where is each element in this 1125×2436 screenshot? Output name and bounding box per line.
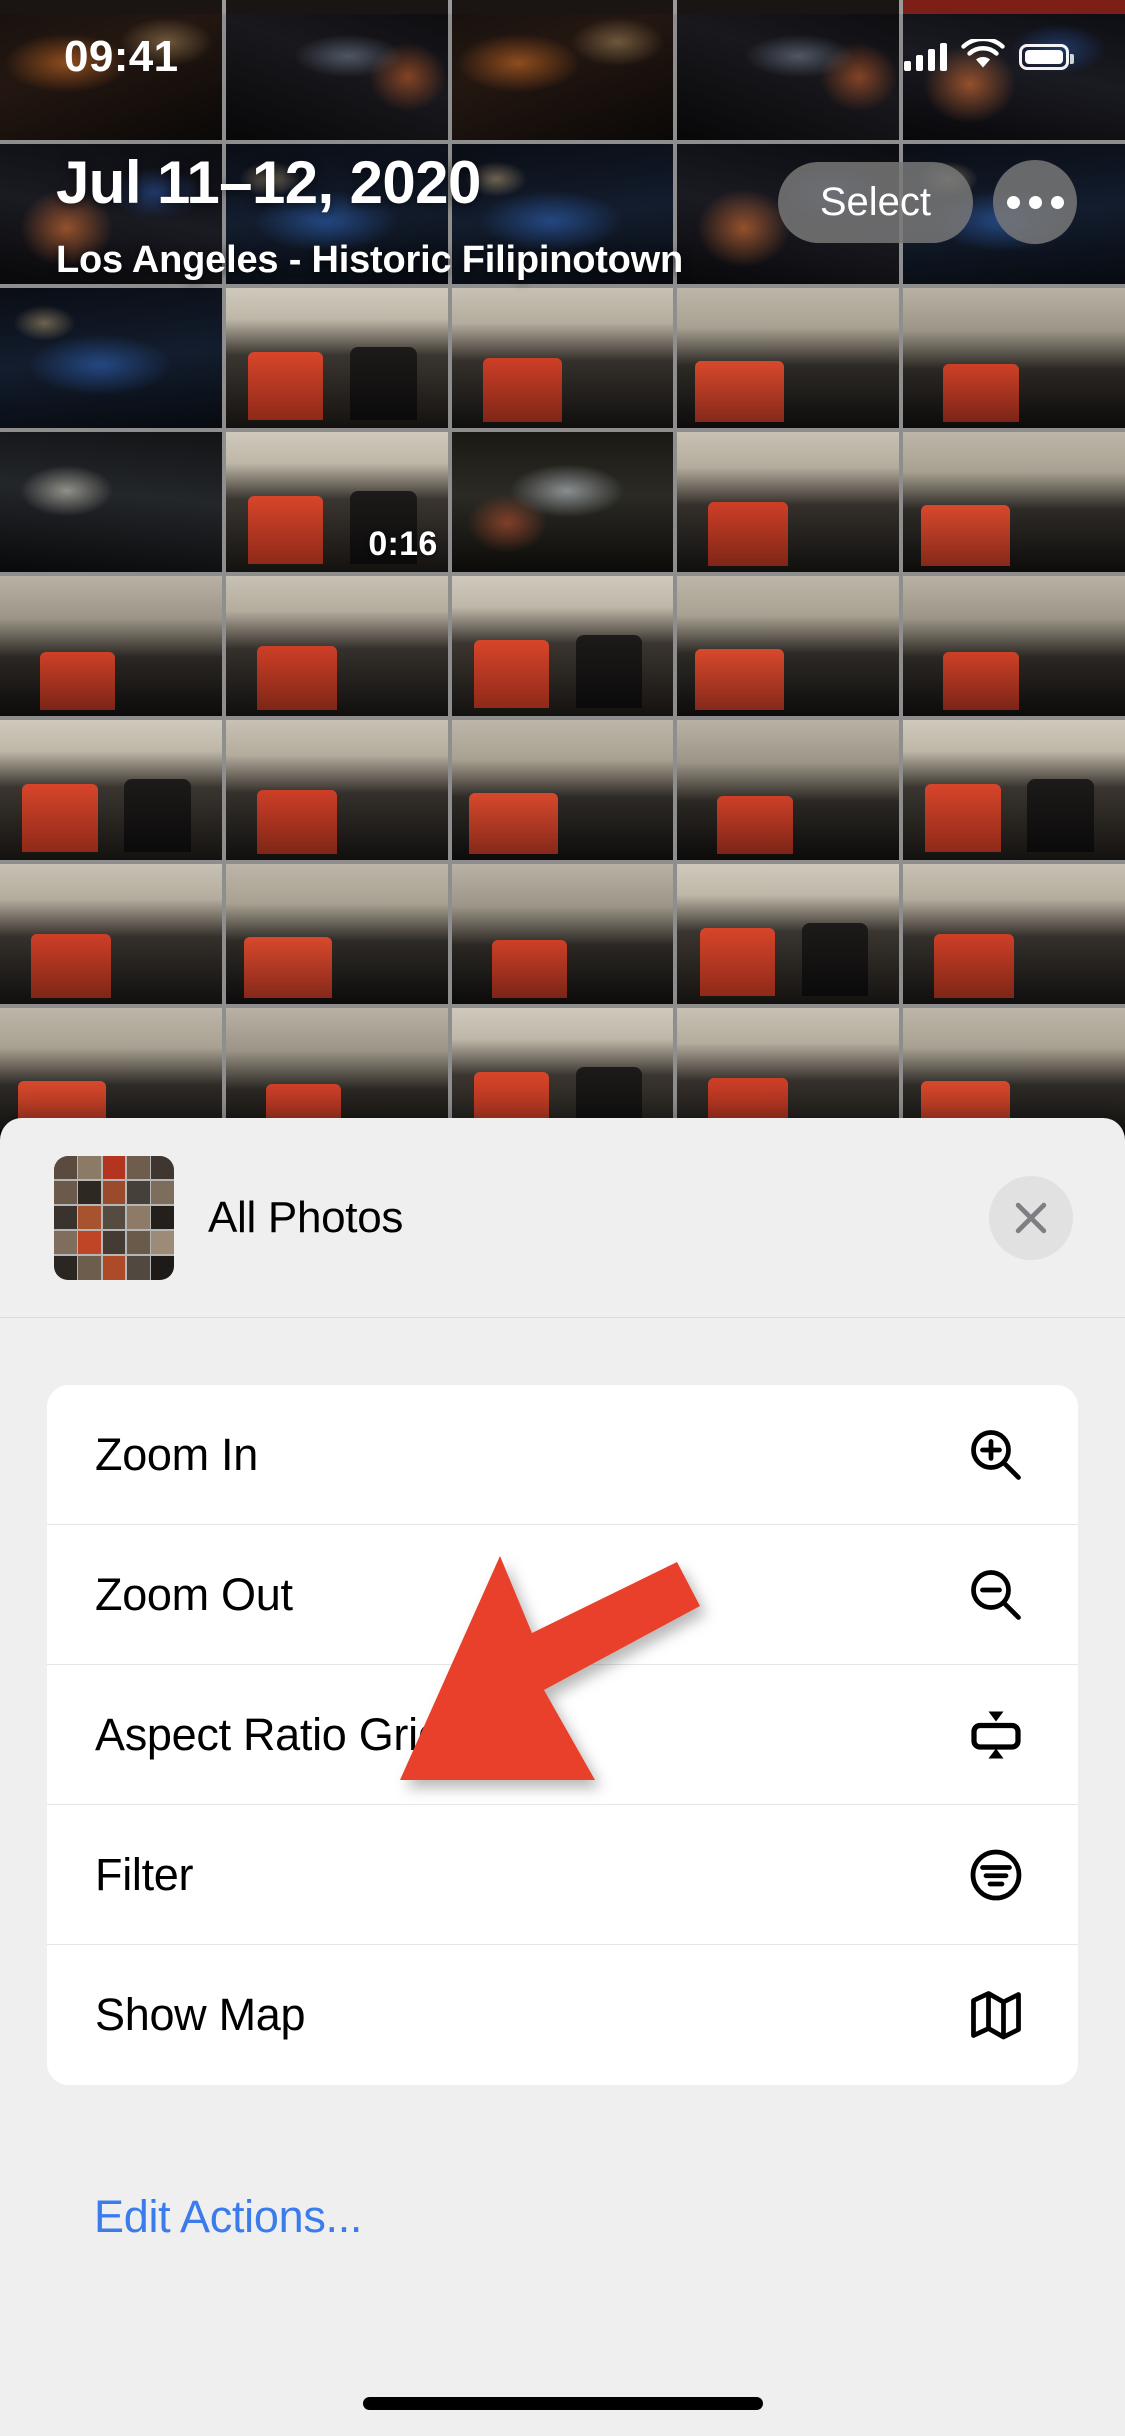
photo-thumbnail[interactable] (225, 720, 448, 860)
menu-item-label: Aspect Ratio Grid (95, 1708, 443, 1760)
menu-item-zoom-out[interactable]: Zoom Out (47, 1525, 1078, 1665)
photo-thumbnail[interactable] (225, 576, 448, 716)
magnifier-minus-icon (964, 1563, 1028, 1627)
photo-thumbnail[interactable] (451, 720, 674, 860)
magnifier-plus-icon (964, 1423, 1028, 1487)
photo-thumbnail[interactable] (0, 576, 222, 716)
menu-item-aspect-ratio-grid[interactable]: Aspect Ratio Grid (47, 1665, 1078, 1805)
edit-actions-button[interactable]: Edit Actions... (94, 2191, 362, 2243)
photo-thumbnail[interactable] (225, 864, 448, 1004)
photo-thumbnail[interactable] (677, 576, 900, 716)
status-bar: 09:41 (0, 0, 1125, 100)
home-indicator[interactable] (362, 2397, 763, 2410)
menu-item-label: Zoom In (95, 1428, 258, 1480)
photo-thumbnail[interactable] (451, 288, 674, 428)
map-icon (964, 1983, 1028, 2047)
photo-thumbnail[interactable] (903, 720, 1125, 860)
video-duration-badge: 0:16 (368, 525, 438, 563)
menu-item-label: Zoom Out (95, 1568, 293, 1620)
status-bar-icons (904, 36, 1074, 76)
photo-thumbnail[interactable] (225, 288, 448, 428)
ellipsis-icon (1028, 195, 1042, 209)
photo-thumbnail[interactable] (0, 864, 222, 1004)
photo-thumbnail[interactable] (903, 432, 1125, 572)
photo-thumbnail[interactable] (677, 288, 900, 428)
photo-thumbnail[interactable] (451, 1008, 674, 1130)
action-sheet: All Photos Zoom In Zoom Out Aspect Ratio… (0, 1118, 1125, 2436)
app-thumbnail-icon (54, 1155, 174, 1280)
close-button[interactable] (989, 1175, 1073, 1260)
photo-thumbnail[interactable] (0, 288, 222, 428)
status-bar-time: 09:41 (64, 32, 179, 81)
close-x-icon (1015, 1202, 1047, 1233)
more-options-button[interactable] (993, 160, 1077, 244)
menu-item-zoom-in[interactable]: Zoom In (47, 1385, 1078, 1525)
menu-item-label: Filter (95, 1848, 194, 1900)
photo-thumbnail[interactable] (903, 576, 1125, 716)
photo-thumbnail[interactable] (0, 432, 222, 572)
photo-thumbnail[interactable] (903, 864, 1125, 1004)
photo-thumbnail[interactable] (451, 864, 674, 1004)
photo-thumbnail[interactable] (677, 864, 900, 1004)
photo-thumbnail[interactable] (903, 1008, 1125, 1130)
action-menu-card: Zoom In Zoom Out Aspect Ratio Grid Filte… (47, 1385, 1078, 2085)
ellipsis-icon (1050, 195, 1064, 209)
filter-circle-icon (964, 1843, 1028, 1907)
photo-thumbnail[interactable] (903, 288, 1125, 428)
photo-thumbnail[interactable] (451, 576, 674, 716)
photo-thumbnail[interactable] (451, 432, 674, 572)
select-button[interactable]: Select (777, 161, 973, 243)
menu-item-show-map[interactable]: Show Map (47, 1945, 1078, 2085)
photo-thumbnail[interactable] (677, 432, 900, 572)
menu-item-filter[interactable]: Filter (47, 1805, 1078, 1945)
page-subtitle: Los Angeles - Historic Filipinotown (56, 239, 684, 281)
aspect-ratio-grid-icon (964, 1703, 1028, 1767)
sheet-header: All Photos (0, 1118, 1125, 1318)
sheet-app-name: All Photos (208, 1192, 404, 1242)
photo-thumbnail-video[interactable]: 0:16 (225, 432, 448, 572)
menu-item-label: Show Map (95, 1989, 306, 2040)
header-actions: Select (777, 160, 1077, 244)
photo-thumbnail[interactable] (0, 1008, 222, 1130)
photo-thumbnail[interactable] (677, 1008, 900, 1130)
photo-thumbnail[interactable] (677, 720, 900, 860)
photo-thumbnail[interactable] (0, 720, 222, 860)
wifi-icon (961, 36, 1005, 76)
ellipsis-icon (1006, 195, 1020, 209)
cellular-signal-icon (904, 43, 947, 71)
photo-thumbnail[interactable] (225, 1008, 448, 1130)
battery-full-icon (1019, 44, 1074, 70)
